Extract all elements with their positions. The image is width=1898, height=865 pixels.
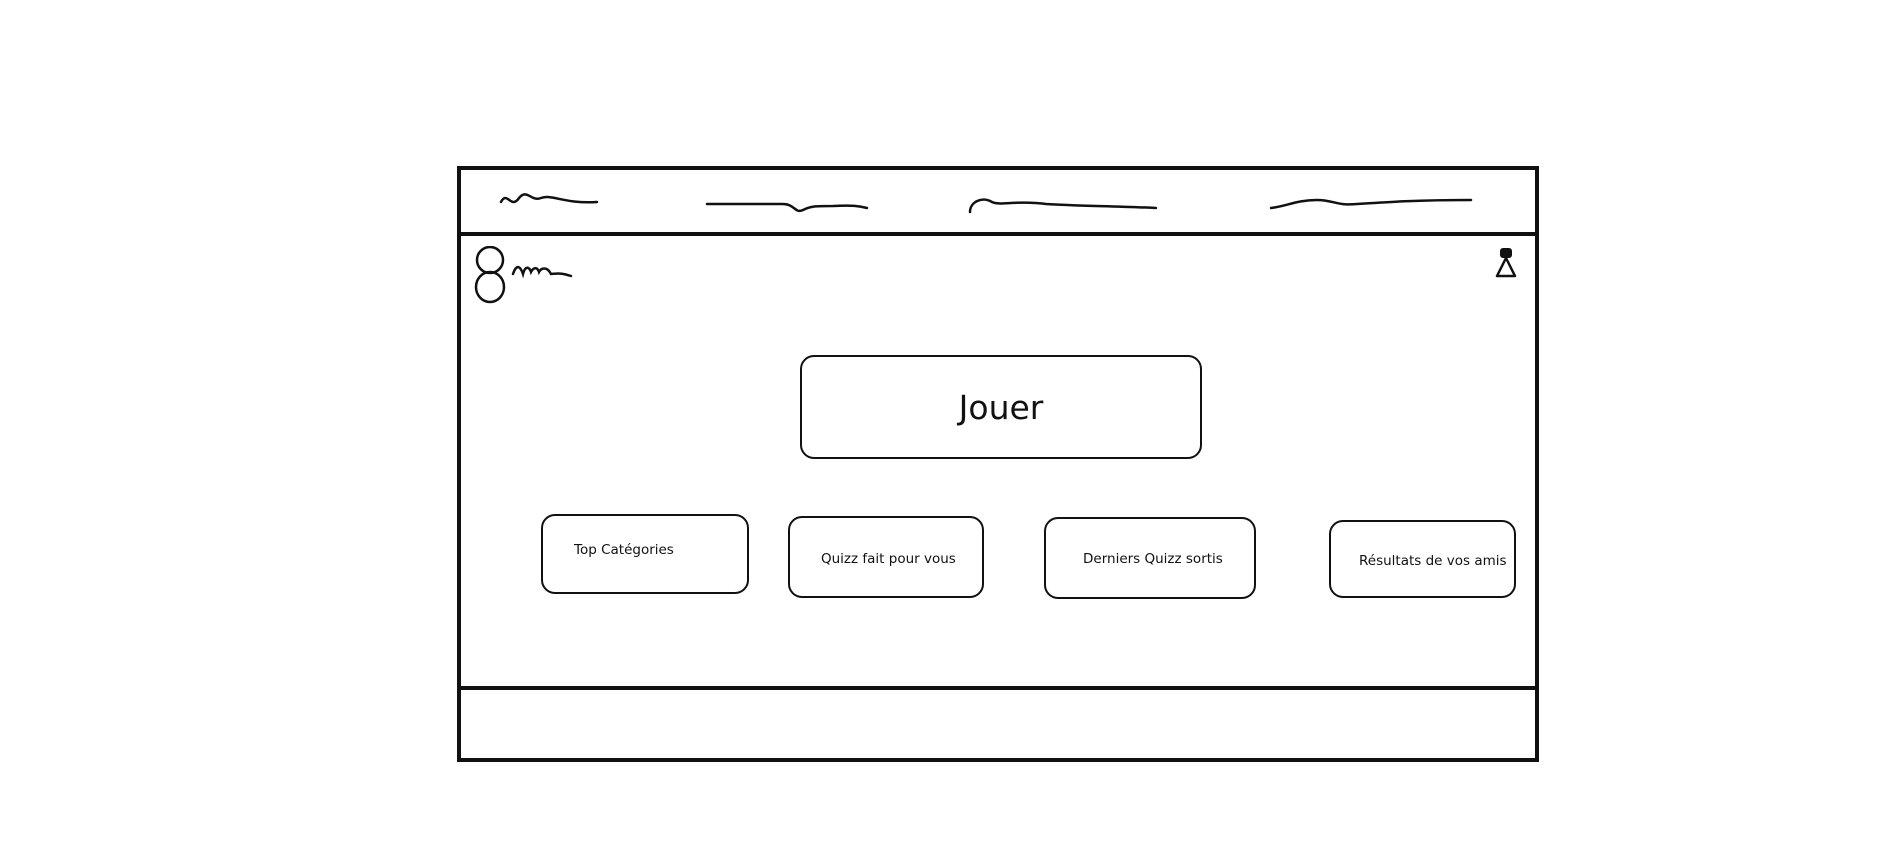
friends-results-button[interactable]: Résultats de vos amis — [1329, 520, 1516, 598]
nav-item-1[interactable] — [497, 180, 607, 220]
nav-item-2[interactable] — [703, 180, 873, 220]
top-categories-button[interactable]: Top Catégories — [541, 514, 749, 594]
logo-mark-icon[interactable] — [473, 246, 583, 304]
footer-bar — [461, 686, 1535, 758]
latest-quizz-button[interactable]: Derniers Quizz sortis — [1044, 517, 1256, 599]
wireframe-window: Jouer Top Catégories Quizz fait pour vou… — [457, 166, 1539, 762]
top-nav-bar — [461, 170, 1535, 236]
nav-item-4[interactable] — [1267, 180, 1477, 220]
nav-item-3[interactable] — [966, 180, 1166, 220]
user-icon[interactable] — [1491, 246, 1521, 280]
play-button[interactable]: Jouer — [800, 355, 1202, 459]
quizz-for-you-button[interactable]: Quizz fait pour vous — [788, 516, 984, 598]
